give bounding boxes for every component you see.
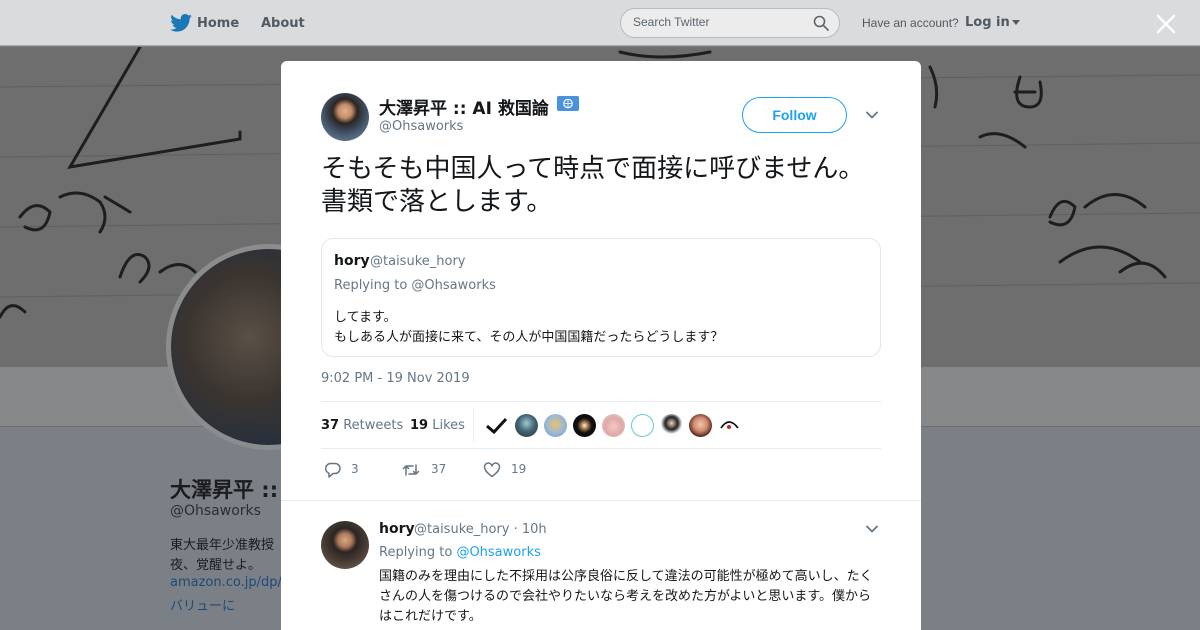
like-stat[interactable]: 19 Likes bbox=[410, 418, 465, 433]
liker-avatar[interactable] bbox=[485, 414, 508, 437]
reply-author-handle[interactable]: @taisuke_hory · 10h bbox=[414, 522, 547, 537]
retweet-count: 37 bbox=[321, 418, 340, 433]
replying-handle-link[interactable]: @Ohsaworks bbox=[456, 545, 540, 560]
liker-avatar[interactable] bbox=[544, 414, 567, 437]
like-action-count: 19 bbox=[511, 462, 527, 476]
retweet-action-count: 37 bbox=[431, 462, 447, 476]
reply-divider bbox=[281, 500, 921, 501]
tweet-stats: 37 Retweets 19 Likes bbox=[321, 401, 881, 449]
login-button[interactable]: Log in bbox=[965, 15, 1020, 30]
liker-avatar[interactable] bbox=[631, 414, 654, 437]
reply-count: 3 bbox=[351, 462, 359, 476]
reply-icon[interactable] bbox=[324, 461, 342, 479]
profile-bio-line: 東大最年少准教授 bbox=[170, 538, 275, 553]
author-handle[interactable]: @Ohsaworks bbox=[379, 119, 463, 134]
follow-button[interactable]: Follow bbox=[742, 97, 847, 133]
reply-author-name[interactable]: hory bbox=[379, 521, 415, 537]
tweet-permalink-modal: 大澤昇平 :: AI 救国論 @Ohsaworks Follow そもそも中国人… bbox=[281, 61, 921, 630]
quoted-author-handle: @taisuke_hory bbox=[370, 254, 466, 269]
chevron-down-icon[interactable] bbox=[865, 108, 879, 122]
reply-replying-to: Replying to @Ohsaworks bbox=[379, 545, 541, 560]
search-input[interactable] bbox=[633, 15, 803, 29]
tweet-timestamp[interactable]: 9:02 PM - 19 Nov 2019 bbox=[321, 371, 470, 386]
reply-author-avatar[interactable] bbox=[321, 521, 369, 569]
liker-avatar[interactable] bbox=[515, 414, 538, 437]
stat-divider bbox=[473, 408, 474, 442]
login-label: Log in bbox=[965, 15, 1010, 30]
close-icon[interactable] bbox=[1155, 13, 1177, 35]
reply-text: 国籍のみを理由にした不採用は公序良俗に反して違法の可能性が極めて高いし、たくさん… bbox=[379, 569, 873, 624]
liker-avatar[interactable] bbox=[718, 414, 741, 437]
profile-handle: @Ohsaworks bbox=[170, 503, 261, 519]
profile-link[interactable]: amazon.co.jp/dp/ bbox=[170, 575, 282, 590]
liker-avatar[interactable] bbox=[660, 414, 683, 437]
top-navigation-bar: Home About Have an account? Log in bbox=[0, 0, 1200, 46]
caret-down-icon bbox=[1011, 20, 1020, 25]
quoted-author-name: hory bbox=[334, 253, 370, 269]
quoted-tweet[interactable]: hory @taisuke_hory Replying to @Ohsawork… bbox=[321, 238, 881, 357]
tweet-text: そもそも中国人って時点で面接に呼びません。書類で落とします。 bbox=[321, 154, 865, 217]
liker-avatar[interactable] bbox=[689, 414, 712, 437]
like-stat-label: Likes bbox=[432, 418, 465, 433]
replying-prefix: Replying to bbox=[379, 545, 453, 560]
like-count: 19 bbox=[410, 418, 429, 433]
profile-link[interactable]: バリューに bbox=[170, 595, 235, 614]
quoted-text-line: もしある人が面接に来て、その人が中国国籍だったらどうします？ bbox=[334, 330, 724, 345]
check-avatar-icon bbox=[486, 417, 508, 435]
author-name[interactable]: 大澤昇平 :: AI 救国論 bbox=[379, 94, 549, 119]
retweet-icon[interactable] bbox=[402, 461, 420, 479]
retweet-stat-label: Retweets bbox=[343, 418, 404, 433]
chevron-down-icon[interactable] bbox=[865, 522, 879, 536]
have-account-text: Have an account? bbox=[862, 16, 959, 30]
quoted-replying-to: Replying to @Ohsaworks bbox=[334, 278, 496, 293]
search-box[interactable] bbox=[620, 8, 840, 38]
heart-icon[interactable] bbox=[483, 461, 501, 479]
liker-avatar[interactable] bbox=[602, 414, 625, 437]
search-icon[interactable] bbox=[813, 15, 829, 31]
quoted-text-line: してます。 bbox=[334, 310, 397, 325]
nav-about-link[interactable]: About bbox=[261, 16, 305, 31]
profile-name: 大澤昇平 :: bbox=[170, 478, 279, 502]
un-flag-icon bbox=[557, 96, 579, 111]
bird-avatar-icon bbox=[720, 421, 739, 429]
retweet-stat[interactable]: 37 Retweets bbox=[321, 418, 403, 433]
tweet-actions: 3 37 19 bbox=[321, 459, 881, 483]
author-avatar[interactable] bbox=[321, 93, 369, 141]
nav-home-link[interactable]: Home bbox=[197, 16, 239, 31]
twitter-bird-icon[interactable] bbox=[170, 14, 192, 32]
profile-bio-line: 夜、覚醒せよ。 bbox=[170, 558, 262, 573]
liker-avatar[interactable] bbox=[573, 414, 596, 437]
